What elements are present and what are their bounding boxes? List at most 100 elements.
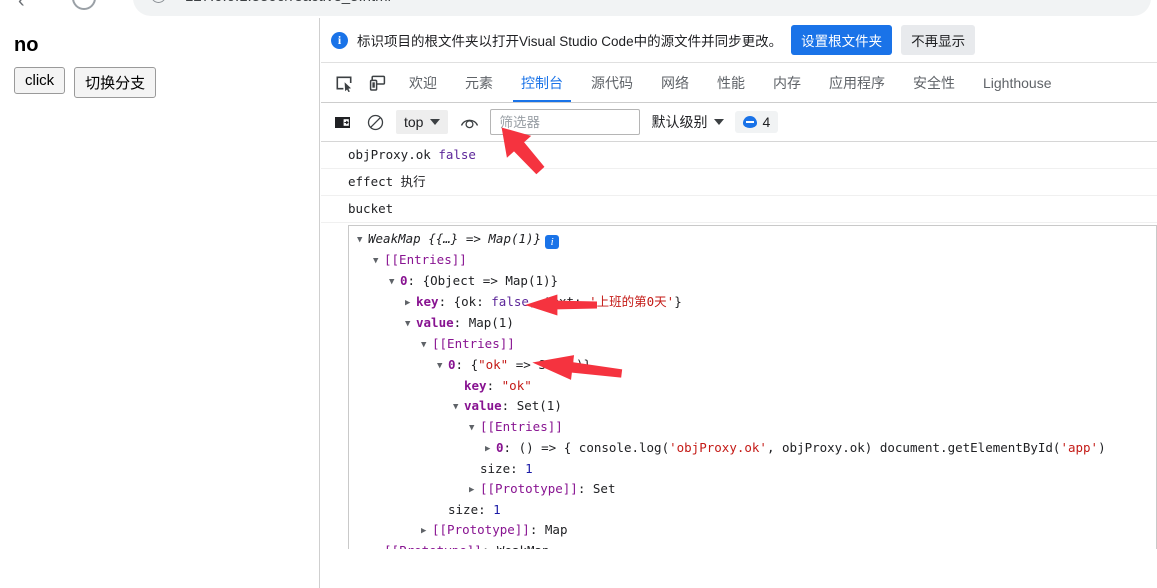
reload-icon[interactable] [72,0,96,10]
tree-token-str: "ok" [478,357,509,372]
console-sidebar-icon[interactable] [330,110,354,134]
tree-line[interactable]: ▼ value: Set(1) [349,396,1156,417]
device-toolbar-icon[interactable] [361,63,395,102]
click-button[interactable]: click [14,67,66,94]
tree-line[interactable]: ▼ [[Entries]] [349,250,1156,271]
tree-line[interactable]: ▼ [[Entries]] [349,417,1156,438]
tree-token-internal: [[Entries]] [384,252,467,267]
tab-label: 安全性 [913,74,955,91]
tree-expand-arrow-open[interactable]: ▼ [437,356,448,376]
set-root-folder-button[interactable]: 设置根文件夹 [791,25,893,55]
tree-token-str: 'objProxy.ok' [669,440,767,455]
tab-application[interactable]: 应用程序 [815,63,899,102]
tree-expand-arrow-closed[interactable]: ▶ [469,480,480,500]
log-text: effect 执行 [348,174,426,189]
tree-expand-arrow-closed[interactable]: ▶ [373,542,384,549]
tree-token-str: 'app' [1060,440,1099,455]
object-info-icon[interactable]: i [545,235,560,249]
tree-token-plain: : {ok: [438,294,492,309]
issues-bubble-icon [743,116,758,128]
tree-line[interactable]: ▶ [[Prototype]]: Set [349,479,1156,500]
tree-token-internal: [[Entries]] [432,336,515,351]
log-row-objproxy: objProxy.ok false [321,142,1157,169]
tree-token-plain: , objProxy.ok) document.getElementById( [766,440,1061,455]
tree-token-plain: : Map [529,522,568,537]
tree-line[interactable]: ▼ 0: {"ok" => Set(1)} [349,355,1156,376]
tree-expand-arrow-closed[interactable]: ▶ [405,293,416,313]
tree-line[interactable]: ▶ key: {ok: false, text: '上班的第0天'} [349,292,1156,313]
tree-expand-arrow-open[interactable]: ▼ [421,335,432,355]
tab-welcome[interactable]: 欢迎 [395,63,451,102]
tab-console[interactable]: 控制台 [507,63,577,102]
devtools-panel: i 标识项目的根文件夹以打开Visual Studio Code中的源文件并同步… [321,18,1157,588]
tree-token-plain: : { [455,357,479,372]
site-info-icon[interactable]: i [151,0,166,3]
tree-token-italic: WeakMap {{…} => Map(1)} [368,231,542,246]
tree-token-internal: [[Prototype]] [480,481,578,496]
tab-sources[interactable]: 源代码 [577,63,647,102]
inspect-element-icon[interactable] [327,63,361,102]
tree-token-num: 1 [493,502,501,517]
tree-token-key: value [416,315,454,330]
tab-label: 控制台 [521,74,563,91]
console-output[interactable]: objProxy.ok false effect 执行 bucket ▼ Weak… [321,142,1157,549]
page-button-group: click 切换分支 [14,67,305,98]
page-viewport: no click 切换分支 [0,18,320,588]
tree-line[interactable]: ▶[[Prototype]]: WeakMap [349,541,1156,549]
tree-line[interactable]: ▼ [[Entries]] [349,334,1156,355]
tree-token-num: 1 [525,461,533,476]
tree-expand-arrow-open[interactable]: ▼ [389,272,400,292]
tab-label: 元素 [465,74,493,91]
tree-expand-arrow-open[interactable]: ▼ [453,397,464,417]
tree-expand-arrow-open[interactable]: ▼ [373,251,384,271]
issues-badge[interactable]: 4 [735,111,779,133]
tree-expand-arrow-closed[interactable]: ▶ [421,521,432,541]
tree-line[interactable]: size: 1 [349,459,1156,479]
tab-label: 应用程序 [829,74,885,91]
tree-line[interactable]: ▼ 0: {Object => Map(1)} [349,271,1156,292]
tab-elements[interactable]: 元素 [451,63,507,102]
weakmap-object-tree[interactable]: ▼ WeakMap {{…} => Map(1)} i ▼ [[Entries]] ▼ 0:… [348,225,1157,549]
tree-token-plain: , text: [528,294,590,309]
execution-context-dropdown[interactable]: top [396,110,449,134]
tab-label: 源代码 [591,74,633,91]
tree-expand-arrow-open[interactable]: ▼ [469,418,480,438]
tab-label: 性能 [717,74,745,91]
tree-token-plain: size: [480,461,526,476]
tree-token-key: key [416,294,439,309]
tree-line[interactable]: ▼ value: Map(1) [349,313,1156,334]
tab-lighthouse[interactable]: Lighthouse [969,63,1066,102]
switch-branch-button[interactable]: 切换分支 [74,67,157,98]
tree-line[interactable]: ▶ [[Prototype]]: Map [349,520,1156,541]
address-bar[interactable]: i 127.0.0.1:5500/reactive_5.html [133,0,1151,16]
tree-token-key: 0 [496,440,504,455]
tree-token-plain: : Set(1) [501,398,562,413]
tab-security[interactable]: 安全性 [899,63,969,102]
page-status-text: no [14,34,39,56]
chevron-down-icon [430,119,441,125]
tree-token-str: "ok" [501,378,532,393]
clear-console-icon[interactable] [363,110,387,134]
tree-line[interactable]: key: "ok" [349,376,1156,396]
tree-line[interactable]: size: 1 [349,500,1156,520]
tab-label: 网络 [661,74,689,91]
chevron-down-icon [714,119,725,125]
tree-token-str: '上班的第0天' [589,294,675,309]
tab-network[interactable]: 网络 [647,63,703,102]
tab-performance[interactable]: 性能 [703,63,759,102]
tree-token-internal: [[Entries]] [480,419,563,434]
live-expression-icon[interactable] [457,110,481,134]
tree-expand-arrow-open[interactable]: ▼ [405,314,416,334]
tree-token-plain: ) [1098,440,1106,455]
tree-expand-arrow-open[interactable]: ▼ [357,230,368,250]
log-text: objProxy.ok [348,147,439,162]
tree-expand-arrow-closed[interactable]: ▶ [485,439,496,459]
console-filter-input[interactable] [490,109,641,135]
tree-line[interactable]: ▶ 0: () => { console.log('objProxy.ok', o… [349,438,1156,459]
tree-token-plain: : Set [577,481,616,496]
tab-memory[interactable]: 内存 [759,63,815,102]
back-arrow-icon[interactable]: ‹ [18,0,25,13]
tree-line[interactable]: ▼ WeakMap {{…} => Map(1)} i [349,229,1156,250]
log-level-dropdown[interactable]: 默认级别 [649,109,726,135]
dont-show-again-button[interactable]: 不再显示 [901,25,976,55]
